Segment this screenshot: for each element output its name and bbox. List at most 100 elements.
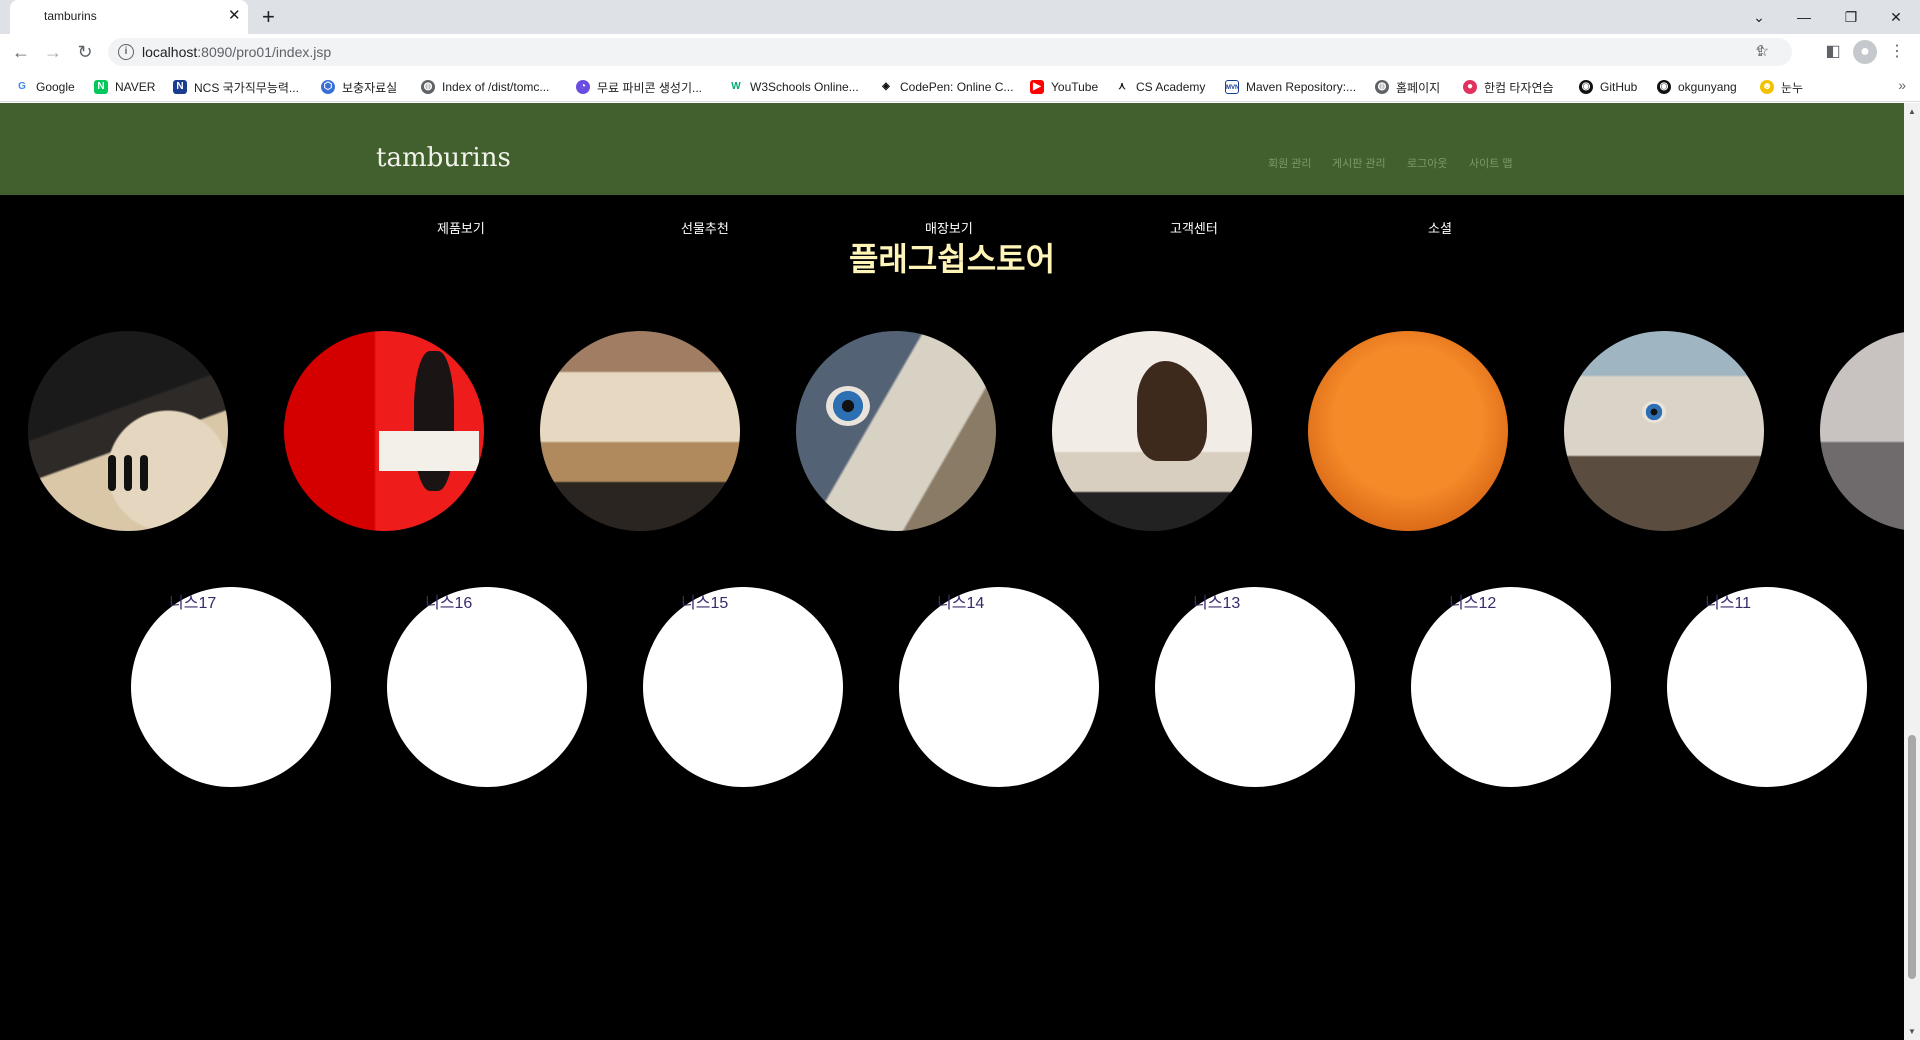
minimize-icon[interactable]: —	[1792, 5, 1816, 29]
white-circle-5[interactable]	[1155, 587, 1355, 787]
util-link-members[interactable]: 회원 관리	[1268, 155, 1312, 171]
util-link-logout[interactable]: 로그아웃	[1407, 155, 1447, 171]
favicon-generator-icon: ◔	[576, 80, 590, 94]
bookmark-supplement[interactable]: ⬡ 보충자료실	[321, 78, 397, 96]
site-info-icon[interactable]: i	[118, 44, 134, 60]
site-header: tamburins 회원 관리 게시판 관리 로그아웃 사이트 맵	[0, 103, 1904, 195]
bookmark-label: Index of /dist/tomc...	[442, 80, 550, 94]
globe-icon: ◍	[421, 80, 435, 94]
white-circle-4[interactable]	[899, 587, 1099, 787]
white-circle-7[interactable]	[1667, 587, 1867, 787]
naver-icon: N	[94, 80, 108, 94]
url-path: :8090/pro01/index.jsp	[197, 44, 332, 60]
reload-icon[interactable]: ↻	[73, 40, 97, 64]
bookmark-label: 한컴 타자연습	[1484, 80, 1554, 95]
white-circle-2[interactable]	[387, 587, 587, 787]
vase-shape	[108, 455, 116, 491]
bookmark-noonnu[interactable]: ☻ 눈누	[1760, 78, 1803, 96]
side-panel-icon[interactable]: ◧	[1821, 40, 1845, 64]
bookmark-cs-academy[interactable]: ⋏ CS Academy	[1115, 78, 1205, 96]
menu-kebab-icon[interactable]: ⋮	[1885, 40, 1909, 64]
bookmark-w3schools[interactable]: W W3Schools Online...	[729, 78, 859, 96]
bookmark-tomcat[interactable]: ◍ Index of /dist/tomc...	[421, 78, 549, 96]
circle-label-1: 니스17	[169, 595, 217, 612]
close-window-icon[interactable]: ✕	[1884, 5, 1908, 29]
bookmark-label: 무료 파비콘 생성기...	[597, 80, 702, 95]
bookmark-label: GitHub	[1600, 80, 1638, 94]
new-tab-icon[interactable]: +	[262, 4, 275, 30]
bookmark-codepen[interactable]: ◈ CodePen: Online C...	[879, 78, 1013, 96]
url-text: localhost:8090/pro01/index.jsp	[142, 44, 331, 60]
bookmark-label: YouTube	[1051, 80, 1099, 94]
bookmark-github[interactable]: ◉ GitHub	[1579, 78, 1637, 96]
w3schools-icon: W	[729, 80, 743, 94]
circle-label-5: 니스13	[1193, 595, 1241, 612]
tab-close-icon[interactable]: ✕	[228, 7, 241, 25]
white-circle-1[interactable]	[131, 587, 331, 787]
eye-poster	[1642, 401, 1666, 423]
bookmark-google[interactable]: G Google	[15, 78, 75, 96]
scroll-thumb[interactable]	[1908, 735, 1916, 979]
vase-shape	[124, 455, 132, 491]
store-photo-4[interactable]	[796, 331, 996, 531]
page-scrollbar[interactable]: ▲ ▼	[1904, 103, 1920, 1040]
page-viewport: tamburins 회원 관리 게시판 관리 로그아웃 사이트 맵 제품보기 선…	[0, 103, 1904, 1040]
url-host: localhost	[142, 44, 198, 60]
forward-icon[interactable]: →	[41, 40, 65, 64]
profile-avatar-icon[interactable]: ●	[1853, 40, 1877, 64]
bookmark-label: 눈누	[1781, 80, 1804, 95]
store-photo-7[interactable]	[1564, 331, 1764, 531]
white-circle-3[interactable]	[643, 587, 843, 787]
circle-label-7: 니스11	[1705, 595, 1752, 612]
bookmark-label: NCS 국가직무능력...	[194, 80, 299, 95]
bookmark-label: Google	[36, 80, 75, 94]
store-photo-1[interactable]	[28, 331, 228, 531]
tab-title: tamburins	[44, 9, 97, 23]
bookmark-label: NAVER	[115, 80, 156, 94]
back-icon[interactable]: ←	[9, 40, 33, 64]
bookmark-star-icon[interactable]: ☆	[1750, 40, 1774, 64]
eye-poster	[826, 386, 870, 426]
vase-shape	[140, 455, 148, 491]
bookmark-label: CS Academy	[1136, 80, 1206, 94]
util-link-sitemap[interactable]: 사이트 맵	[1469, 155, 1513, 171]
bookmark-ncs[interactable]: N NCS 국가직무능력...	[173, 78, 299, 96]
browser-tab[interactable]: tamburins ✕	[10, 0, 248, 34]
ncs-icon: N	[173, 80, 187, 94]
circle-label-2: 니스16	[425, 595, 473, 612]
github-icon: ◉	[1579, 80, 1593, 94]
circle-label-6: 니스12	[1449, 595, 1497, 612]
sign-panel	[379, 431, 479, 471]
section-title: 플래그쉽스토어	[848, 241, 1056, 277]
store-photo-5[interactable]	[1052, 331, 1252, 531]
bookmark-label: 보충자료실	[342, 80, 398, 95]
bookmark-hancom[interactable]: ● 한컴 타자연습	[1463, 78, 1554, 96]
restore-icon[interactable]: ❐	[1839, 5, 1863, 29]
maven-icon: MVN	[1225, 80, 1239, 94]
scroll-up-icon[interactable]: ▲	[1908, 107, 1916, 116]
store-photo-8[interactable]	[1820, 331, 1904, 531]
bookmark-maven[interactable]: MVN Maven Repository:...	[1225, 78, 1356, 96]
white-circle-6[interactable]	[1411, 587, 1611, 787]
bookmark-naver[interactable]: N NAVER	[94, 78, 155, 96]
store-photo-6[interactable]	[1308, 331, 1508, 531]
google-icon: G	[15, 80, 29, 94]
tab-search-icon[interactable]: ⌄	[1747, 5, 1771, 29]
bookmark-okgunyang[interactable]: ◉ okgunyang	[1657, 78, 1737, 96]
noonnu-icon: ☻	[1760, 80, 1774, 94]
bookmarks-overflow-icon[interactable]: »	[1898, 77, 1906, 93]
address-bar[interactable]: i localhost:8090/pro01/index.jsp ⇪	[108, 38, 1792, 66]
util-link-board[interactable]: 게시판 관리	[1332, 155, 1386, 171]
scroll-down-icon[interactable]: ▼	[1908, 1027, 1916, 1036]
store-photo-2[interactable]	[284, 331, 484, 531]
browser-toolbar: ← → ↻ i localhost:8090/pro01/index.jsp ⇪…	[0, 34, 1920, 70]
bookmark-label: Maven Repository:...	[1246, 80, 1357, 94]
store-photo-3[interactable]	[540, 331, 740, 531]
bookmark-youtube[interactable]: ▶ YouTube	[1030, 78, 1098, 96]
cs-academy-icon: ⋏	[1115, 80, 1129, 94]
browser-chrome: tamburins ✕ + ⌄ — ❐ ✕ ← → ↻ i localhost:…	[0, 0, 1920, 103]
site-logo[interactable]: tamburins	[376, 143, 511, 173]
bookmark-homepage[interactable]: ◍ 홈페이지	[1375, 78, 1440, 96]
bookmark-favicon[interactable]: ◔ 무료 파비콘 생성기...	[576, 78, 702, 96]
github-icon: ◉	[1657, 80, 1671, 94]
